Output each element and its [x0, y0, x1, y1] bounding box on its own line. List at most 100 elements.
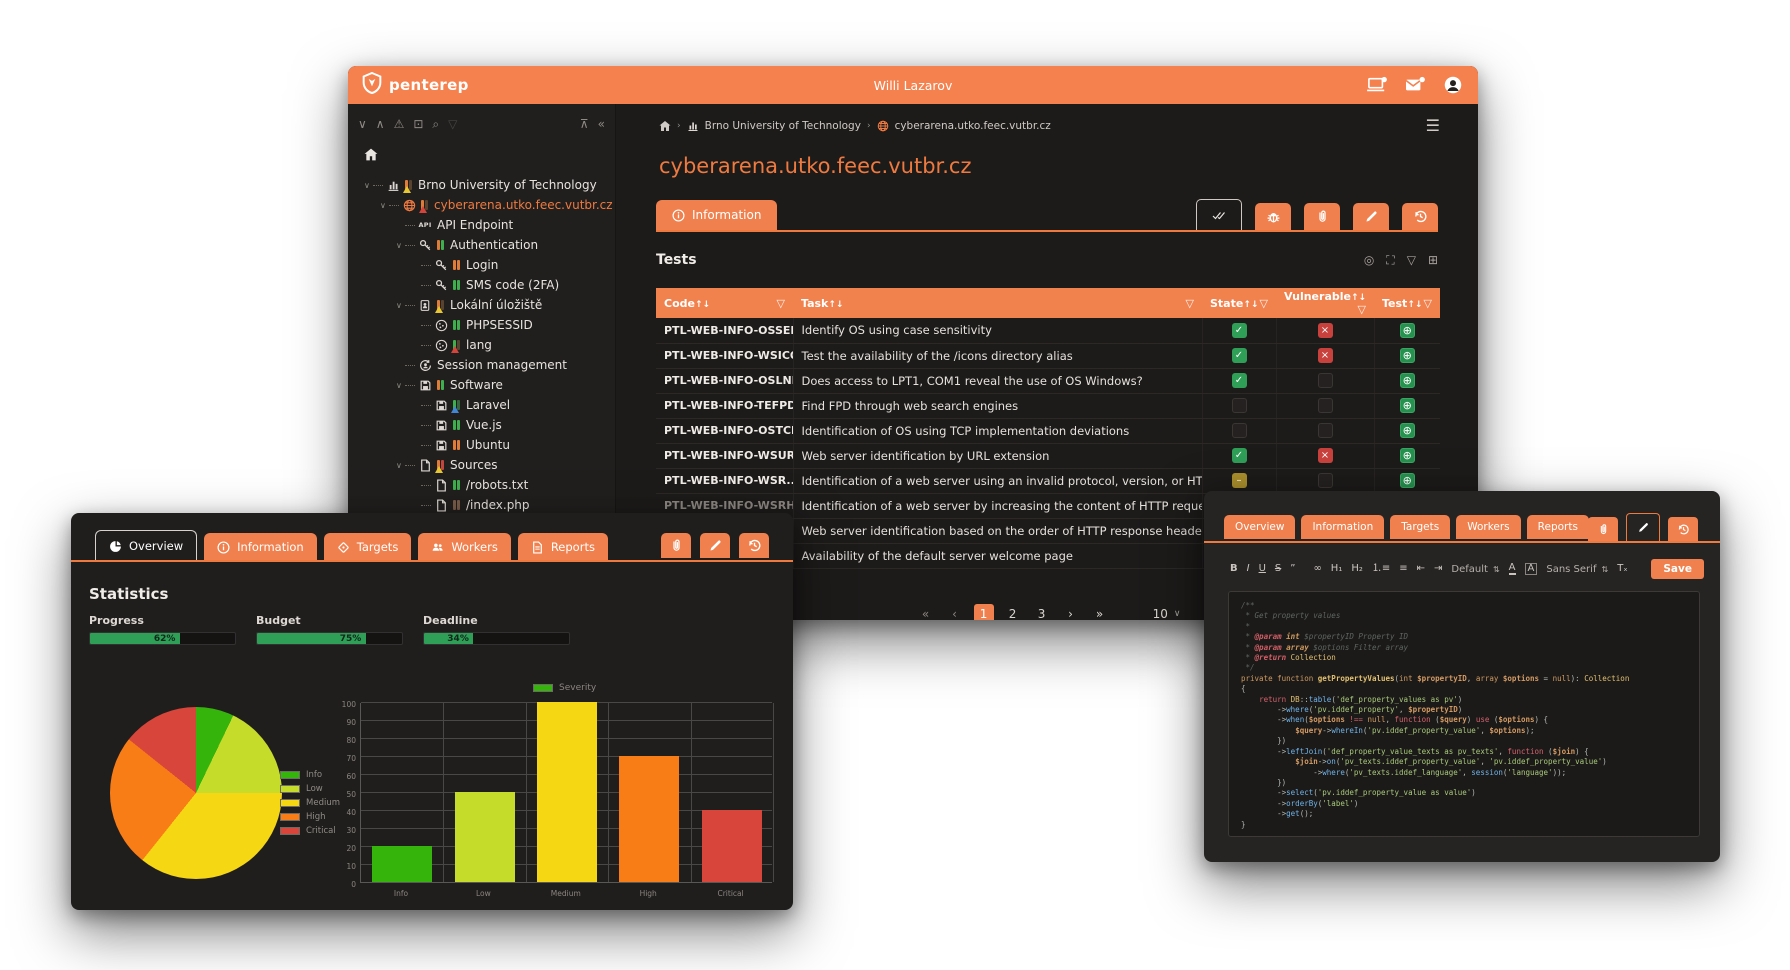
column-header-code[interactable]: Code↑↓▽ [656, 288, 793, 318]
expand-icon[interactable]: ⛶ [1386, 253, 1394, 268]
run-test-button[interactable]: ⊕ [1400, 398, 1415, 413]
paperclip-button[interactable] [1304, 203, 1340, 230]
table-row[interactable]: PTL-WEB-INFO-WSICO Test the availability… [656, 343, 1440, 368]
chevron-up-icon[interactable]: ∧ [376, 118, 385, 130]
pencil-button[interactable] [1626, 513, 1660, 541]
pencil-button[interactable] [1353, 203, 1389, 230]
bug-button[interactable] [1255, 203, 1291, 230]
pencil-button[interactable] [700, 533, 730, 558]
indent-button[interactable]: ⇥ [1434, 564, 1442, 574]
tree-item[interactable]: Session management [358, 355, 605, 375]
clear-format-button[interactable]: Tₓ [1617, 564, 1628, 574]
run-test-button[interactable]: ⊕ [1400, 323, 1415, 338]
outdent-button[interactable]: ⇤ [1417, 564, 1425, 574]
tree-item[interactable]: lang [358, 335, 605, 355]
tab-targets[interactable]: Targets [324, 533, 412, 561]
highlight-button[interactable]: A [1525, 563, 1538, 575]
filter-off-icon[interactable]: ▽ [1407, 253, 1416, 268]
vulnerable-checkbox[interactable]: × [1318, 323, 1333, 338]
globe-icon[interactable] [877, 120, 889, 132]
table-row[interactable]: PTL-WEB-INFO-WSURL Web server identifica… [656, 443, 1440, 468]
filter-icon[interactable]: ▽ [777, 297, 785, 310]
column-header-state[interactable]: State↑↓▽ [1202, 288, 1276, 318]
save-button[interactable]: Save [1651, 559, 1704, 579]
tab-overview[interactable]: Overview [1224, 515, 1295, 539]
pagination-page-2[interactable]: 2 [1003, 604, 1023, 620]
breadcrumb-item[interactable]: cyberarena.utko.feec.vutbr.cz [895, 120, 1051, 132]
strikethrough-button[interactable]: S [1275, 564, 1281, 574]
warning-icon[interactable]: ⚠ [394, 118, 405, 130]
table-row[interactable]: PTL-WEB-INFO-OSSEN Identify OS using cas… [656, 318, 1440, 343]
state-checkbox[interactable] [1232, 423, 1247, 438]
table-row[interactable]: PTL-WEB-INFO-TEFPD Find FPD through web … [656, 393, 1440, 418]
pin-icon[interactable]: ⊼ [580, 118, 589, 130]
page-size-select[interactable]: 10∨ [1153, 607, 1181, 620]
collapse-icon[interactable]: « [598, 118, 605, 130]
pagination-first[interactable]: « [916, 604, 936, 620]
tree-item[interactable]: ∨ Sources [358, 455, 605, 475]
history-button[interactable] [1402, 203, 1438, 230]
column-header-test[interactable]: Test↑↓▽ [1374, 288, 1440, 318]
tree-item[interactable]: ∨ Lokální úložiště [358, 295, 605, 315]
heading-2-button[interactable]: H₂ [1351, 564, 1363, 574]
filter-icon[interactable]: ▽ [1260, 297, 1268, 310]
state-checkbox[interactable]: ✓ [1232, 373, 1247, 388]
run-test-button[interactable]: ⊕ [1400, 423, 1415, 438]
tree-home-icon[interactable] [364, 146, 605, 165]
vulnerable-checkbox[interactable] [1318, 423, 1333, 438]
tree-item[interactable]: API API Endpoint [358, 215, 605, 235]
run-test-button[interactable]: ⊕ [1400, 373, 1415, 388]
history-button[interactable] [1668, 517, 1698, 541]
pagination-next[interactable]: › [1061, 604, 1081, 620]
tab-reports[interactable]: Reports [518, 533, 608, 561]
vulnerable-checkbox[interactable] [1318, 373, 1333, 388]
vulnerable-checkbox[interactable] [1318, 398, 1333, 413]
tab-targets[interactable]: Targets [1390, 515, 1450, 539]
vulnerable-checkbox[interactable]: × [1318, 448, 1333, 463]
tree-item[interactable]: Vue.js [358, 415, 605, 435]
run-test-button[interactable]: ⊕ [1400, 348, 1415, 363]
check-double-button[interactable] [1196, 199, 1242, 230]
pagination-last[interactable]: » [1090, 604, 1110, 620]
paperclip-button[interactable] [1588, 517, 1618, 541]
state-checkbox[interactable]: ✓ [1232, 323, 1247, 338]
bold-button[interactable]: B [1230, 564, 1238, 574]
pagination-prev[interactable]: ‹ [945, 604, 965, 620]
search-icon[interactable]: ⌕ [432, 118, 439, 130]
tab-information[interactable]: Information [656, 200, 777, 230]
tree-item[interactable]: Login [358, 255, 605, 275]
tab-information[interactable]: Information [1301, 515, 1384, 539]
tree-item[interactable]: /robots.txt [358, 475, 605, 495]
filter-icon[interactable]: ▽ [1186, 297, 1194, 310]
paperclip-button[interactable] [661, 533, 691, 558]
vulnerable-checkbox[interactable] [1318, 473, 1333, 488]
tab-overview[interactable]: Overview [95, 530, 197, 561]
tab-workers[interactable]: Workers [1456, 515, 1520, 539]
tree-item[interactable]: /index.php [358, 495, 605, 515]
tree-item[interactable]: ∨ cyberarena.utko.feec.vutbr.cz [358, 195, 605, 215]
table-row[interactable]: PTL-WEB-INFO-OSLNK Does access to LPT1, … [656, 368, 1440, 393]
ordered-list-button[interactable]: ⒈≡ [1372, 564, 1390, 574]
focus-icon[interactable]: ⊡ [413, 118, 423, 130]
run-test-button[interactable]: ⊕ [1400, 473, 1415, 488]
tree-item[interactable]: ∨ Brno University of Technology [358, 175, 605, 195]
messages-icon[interactable] [1404, 76, 1426, 94]
vulnerable-checkbox[interactable]: × [1318, 348, 1333, 363]
font-select[interactable]: Sans Serif⇅ [1546, 564, 1608, 575]
device-notification-icon[interactable] [1366, 76, 1388, 94]
add-column-icon[interactable]: ⊞ [1428, 253, 1438, 268]
bullet-list-button[interactable]: ≡ [1399, 564, 1407, 574]
heading-1-button[interactable]: H₁ [1331, 564, 1343, 574]
tab-information[interactable]: Information [204, 533, 317, 561]
link-button[interactable]: ∞ [1313, 564, 1321, 574]
pagination-page-1[interactable]: 1 [974, 604, 994, 620]
blockquote-button[interactable]: ” [1290, 564, 1295, 574]
tree-item[interactable]: Laravel [358, 395, 605, 415]
tab-workers[interactable]: Workers [418, 533, 511, 561]
table-row[interactable]: PTL-WEB-INFO-OSTCP Identification of OS … [656, 418, 1440, 443]
column-header-task[interactable]: Task↑↓▽ [793, 288, 1202, 318]
tree-item[interactable]: ∨ Software [358, 375, 605, 395]
size-select[interactable]: Default⇅ [1451, 564, 1499, 575]
tree-item[interactable]: ∨ Authentication [358, 235, 605, 255]
state-checkbox[interactable] [1232, 398, 1247, 413]
